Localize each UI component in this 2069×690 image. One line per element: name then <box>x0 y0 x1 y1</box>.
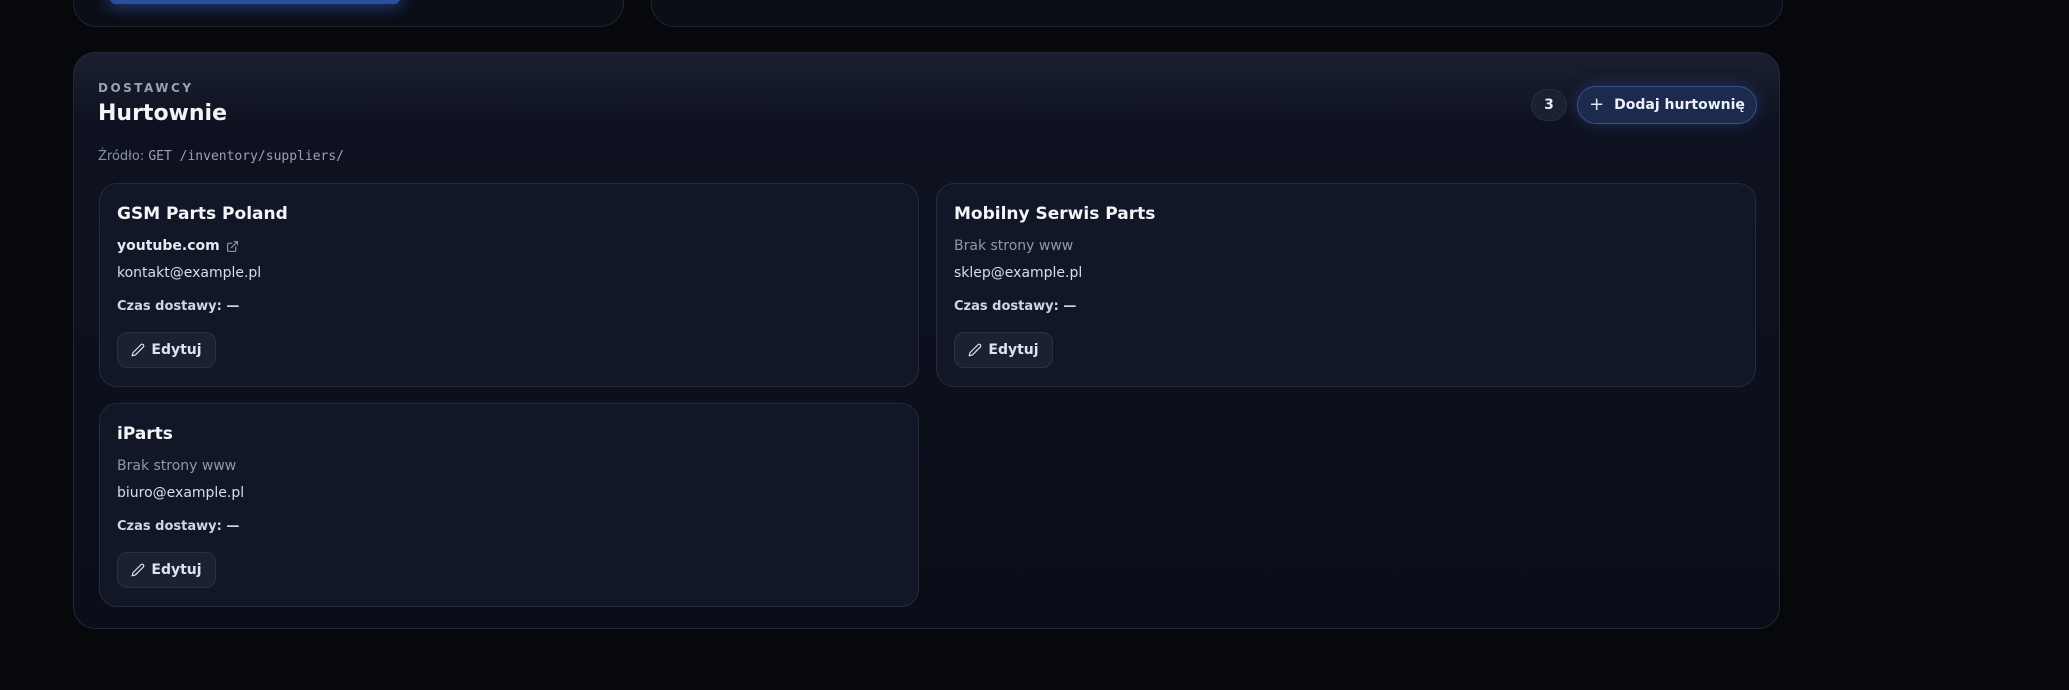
supplier-name: Mobilny Serwis Parts <box>954 204 1156 224</box>
previous-card-right <box>651 0 1783 27</box>
plus-icon: + <box>1589 94 1605 115</box>
supplier-delivery-time: Czas dostawy: — <box>954 299 1077 314</box>
edit-label: Edytuj <box>151 342 202 358</box>
supplier-card: GSM Parts Poland youtube.com kontakt@exa… <box>99 183 919 387</box>
supplier-website: youtube.com <box>117 238 220 254</box>
section-eyebrow: DOSTAWCY <box>98 81 194 95</box>
supplier-website-link[interactable]: youtube.com <box>117 238 239 254</box>
source-label: Źródło: <box>98 149 145 164</box>
edit-supplier-button[interactable]: Edytuj <box>954 332 1053 368</box>
supplier-delivery-time: Czas dostawy: — <box>117 519 240 534</box>
page-title: Hurtownie <box>98 101 228 126</box>
data-source: Źródło: GET /inventory/suppliers/ <box>98 149 344 164</box>
supplier-no-website: Brak strony www <box>117 458 237 474</box>
suppliers-count-badge: 3 <box>1531 89 1567 121</box>
suppliers-panel: DOSTAWCY Hurtownie Źródło: GET /inventor… <box>73 52 1780 629</box>
pencil-icon <box>131 563 145 577</box>
add-supplier-label: Dodaj hurtownię <box>1614 97 1745 113</box>
supplier-no-website: Brak strony www <box>954 238 1074 254</box>
add-supplier-button[interactable]: + Dodaj hurtownię <box>1577 86 1757 124</box>
supplier-email: biuro@example.pl <box>117 485 245 501</box>
supplier-card: Mobilny Serwis Parts Brak strony www skl… <box>936 183 1756 387</box>
supplier-email: kontakt@example.pl <box>117 265 262 281</box>
pencil-icon <box>131 343 145 357</box>
previous-card-button-glow <box>110 0 400 4</box>
edit-supplier-button[interactable]: Edytuj <box>117 552 216 588</box>
supplier-name: iParts <box>117 424 173 444</box>
edit-label: Edytuj <box>988 342 1039 358</box>
external-link-icon <box>226 240 239 253</box>
pencil-icon <box>968 343 982 357</box>
previous-card-left <box>73 0 624 27</box>
source-endpoint: GET /inventory/suppliers/ <box>148 149 345 164</box>
supplier-email: sklep@example.pl <box>954 265 1083 281</box>
edit-label: Edytuj <box>151 562 202 578</box>
supplier-name: GSM Parts Poland <box>117 204 288 224</box>
supplier-card: iParts Brak strony www biuro@example.pl … <box>99 403 919 607</box>
edit-supplier-button[interactable]: Edytuj <box>117 332 216 368</box>
supplier-delivery-time: Czas dostawy: — <box>117 299 240 314</box>
